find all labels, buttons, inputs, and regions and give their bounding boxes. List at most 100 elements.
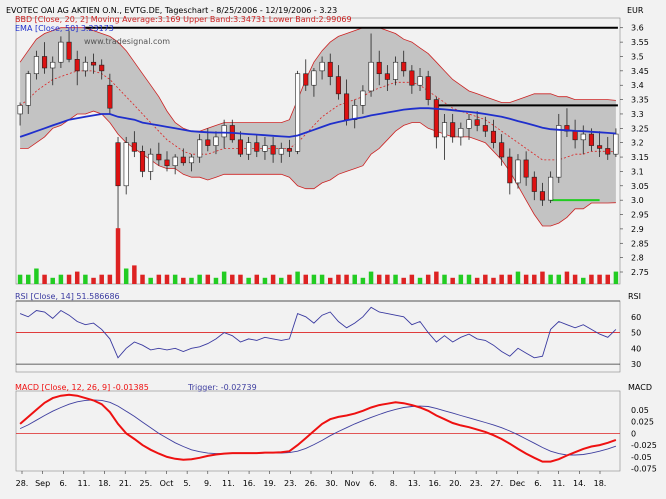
candle-up: [188, 156, 195, 164]
volume-bar: [279, 277, 284, 284]
price-tick-label: 3.05: [631, 182, 649, 191]
candle-up: [556, 125, 562, 178]
volume-bar: [327, 277, 333, 284]
x-tick-label: 6.: [369, 479, 377, 488]
volume-bar: [523, 274, 529, 284]
price-tick-label: 3.55: [631, 38, 649, 47]
candle-down: [597, 145, 603, 149]
candle-down: [270, 145, 276, 155]
volume-bar: [66, 274, 72, 284]
candle-up: [441, 122, 448, 138]
candle-up: [262, 145, 268, 152]
macd-tick-label: -0.025: [631, 441, 657, 450]
x-tick-label: 26.: [305, 479, 318, 488]
price-tick-label: 2.75: [631, 268, 649, 277]
candle-up: [515, 159, 521, 184]
candle-down: [482, 125, 488, 132]
x-tick-label: 6.: [534, 479, 542, 488]
candle-down: [490, 130, 497, 143]
ema-legend[interactable]: EMA [Close, 50] 3.23173: [15, 24, 114, 33]
candle-up: [221, 125, 227, 138]
x-tick-label: 16.: [243, 479, 256, 488]
volume-bar: [393, 274, 398, 284]
candle-up: [123, 142, 129, 187]
candle-up: [368, 61, 374, 92]
volume-bar: [564, 271, 570, 284]
price-tick-label: 2.8: [631, 254, 644, 263]
macd-tick-label: 0: [631, 429, 636, 438]
x-tick-label: 30.: [325, 479, 338, 488]
volume-bar: [295, 271, 300, 284]
candle-down: [90, 61, 97, 66]
candle-up: [458, 128, 464, 138]
candle-up: [33, 56, 39, 75]
candle-up: [82, 61, 88, 72]
candle-down: [376, 61, 382, 75]
x-tick-label: 18.: [594, 479, 607, 488]
volume-bar: [221, 271, 227, 284]
x-tick-label: 14.: [573, 479, 586, 488]
bollinger-legend[interactable]: BBD [Close, 20, 2] Moving Average:3.169 …: [15, 15, 352, 24]
price-tick-label: 3.1: [631, 167, 644, 176]
candle-up: [58, 41, 64, 63]
volume-bar: [34, 268, 39, 284]
x-tick-label: 23.: [284, 479, 297, 488]
price-tick-label: 3.4: [631, 81, 644, 90]
price-tick-label: 2.95: [631, 211, 649, 220]
volume-bar: [287, 274, 292, 284]
candle-down: [303, 73, 309, 86]
macd-tick-label: -0.05: [631, 453, 652, 462]
candle-down: [425, 76, 431, 100]
rsi-legend[interactable]: RSI [Close, 14] 51.586686: [15, 292, 120, 301]
price-tick-label: 3.6: [631, 24, 644, 33]
trigger-legend[interactable]: Trigger: -0.02739: [187, 383, 257, 392]
candle-down: [107, 84, 113, 109]
volume-bar: [385, 274, 390, 284]
volume-bar: [123, 268, 129, 284]
candle-up: [172, 156, 178, 166]
candle-down: [605, 148, 611, 155]
x-tick-label: Nov: [344, 479, 360, 488]
volume-bar: [417, 277, 423, 284]
rsi-tick-label: 60: [631, 313, 641, 322]
rsi-tick-label: 40: [631, 344, 641, 353]
x-tick-label: 21.: [119, 479, 132, 488]
candle-up: [197, 139, 203, 158]
price-tick-label: 3.0: [631, 196, 644, 205]
volume-bar: [532, 274, 537, 284]
candle-down: [523, 159, 529, 178]
volume-bar: [515, 271, 521, 284]
x-tick-label: 27.: [490, 479, 503, 488]
x-tick-label: 28.: [16, 479, 29, 488]
volume-bar: [483, 274, 488, 284]
price-tick-label: 3.15: [631, 153, 649, 162]
volume-bar: [197, 274, 202, 284]
volume-bar: [74, 271, 80, 284]
volume-bar: [25, 274, 31, 284]
candle-down: [180, 156, 186, 164]
rsi-tick-label: 30: [631, 360, 641, 369]
x-tick-label: 6.: [59, 479, 67, 488]
volume-bar: [581, 277, 586, 284]
candle-up: [50, 61, 56, 69]
volume-bar: [613, 271, 619, 284]
volume-bar: [589, 274, 594, 284]
volume-bar: [368, 271, 374, 284]
candle-down: [433, 99, 439, 138]
price-tick-label: 3.35: [631, 96, 649, 105]
x-tick-label: 11.: [552, 479, 565, 488]
candle-up: [319, 61, 325, 72]
chart-window: 3.6 3.55 3.5 3.45 3.4 3.35 3.3 3.25 3.2 3.15 3.1 3.…: [0, 0, 666, 499]
volume-bar: [140, 274, 145, 284]
candle-down: [74, 59, 80, 72]
volume-bar: [474, 277, 480, 284]
volume-bar: [352, 274, 357, 284]
candle-down: [99, 64, 105, 72]
macd-legend[interactable]: MACD [Close, 12, 26, 9] -0.01385: [15, 383, 149, 392]
macd-tick-label: 0.05: [631, 406, 649, 415]
candle-down: [205, 139, 211, 146]
candle-down: [499, 142, 505, 158]
volume-bar: [605, 274, 611, 284]
volume-bar: [156, 274, 162, 284]
candle-down: [286, 148, 292, 152]
